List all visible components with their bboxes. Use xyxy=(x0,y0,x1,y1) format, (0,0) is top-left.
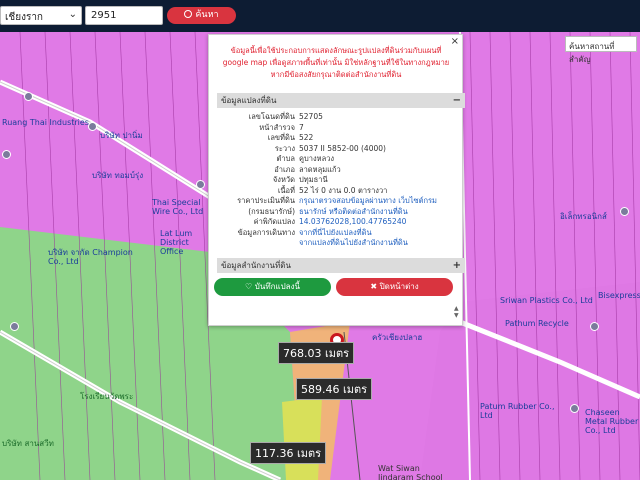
detail-value: 522 xyxy=(299,133,314,142)
parcel-info-popup: × ข้อมูลนี้เพื่อใช้ประกอบการแสดงลักษณะรู… xyxy=(208,34,465,326)
heart-icon: ♡ xyxy=(245,282,255,291)
price-link[interactable]: ธนารักษ์ หรือติดต่อสำนักงานที่ดิน xyxy=(299,207,408,218)
detail-row: ตำบล คูบางหลวง xyxy=(217,154,457,165)
detail-row: เลขโฉนดที่ดิน 52705 xyxy=(217,112,457,123)
detail-key: หน้าสำรวจ xyxy=(259,122,295,132)
disclaimer-note: ข้อมูลนี้เพื่อใช้ประกอบการแสดงลักษณะรูปแ… xyxy=(222,46,450,79)
detail-row: เนื้อที่ 52 ไร่ 0 งาน 0.0 ตารางวา xyxy=(217,186,457,197)
place-pin-icon[interactable] xyxy=(88,122,97,131)
detail-key: อำเภอ xyxy=(274,164,295,174)
expand-icon[interactable]: + xyxy=(453,258,461,273)
detail-key: (กรมธนารักษ์) xyxy=(248,206,295,216)
map-label-3: Thai Special Wire Co., Ltd xyxy=(152,198,204,216)
popup-actions: ♡ บันทึกแปลงนี้ ✖ ปิดหน้าต่าง xyxy=(214,278,460,296)
detail-row: ค่าพิกัดแปลง 14.03762028,100.47765240 xyxy=(217,217,457,228)
place-pin-icon[interactable] xyxy=(570,404,579,413)
search-place-input[interactable]: ค้นหาสถานที่สำคัญ xyxy=(565,36,637,64)
map-label-11: Patum Rubber Co., Ltd xyxy=(480,402,555,420)
place-pin-icon[interactable] xyxy=(590,322,599,331)
map-label-6: โรงเรียนวัดพระ xyxy=(80,392,134,401)
detail-key: เลขที่ดิน xyxy=(267,133,295,142)
place-pin-icon[interactable] xyxy=(10,322,19,331)
parcel-details: เลขโฉนดที่ดิน 52705 หน้าสำรวจ 7 เลขที่ดิน 5… xyxy=(217,112,457,249)
section-office-header[interactable]: ข้อมูลสำนักงานที่ดิน + xyxy=(217,258,465,273)
distance-label-0: 768.03 เมตร xyxy=(278,342,355,364)
detail-row: อำเภอ ลาดหลุมแก้ว xyxy=(217,165,457,176)
number-input[interactable]: 2951 xyxy=(85,6,163,25)
save-parcel-button[interactable]: ♡ บันทึกแปลงนี้ xyxy=(214,278,331,296)
detail-row: ราคาประเมินที่ดิน กรุณาตรวจสอบข้อมูลผ่านท… xyxy=(217,196,457,207)
save-parcel-label: บันทึกแปลงนี้ xyxy=(254,282,300,291)
detail-value: 52705 xyxy=(299,112,323,121)
detail-key: เนื้อที่ xyxy=(277,185,295,195)
detail-row: จากแปลงที่ดินไปยังสำนักงานที่ดิน xyxy=(217,238,457,249)
detail-value: 7 xyxy=(299,122,304,132)
detail-value: คูบางหลวง xyxy=(299,154,335,163)
detail-row: เลขที่ดิน 522 xyxy=(217,133,457,144)
place-pin-icon[interactable] xyxy=(2,150,11,159)
price-link[interactable]: กรุณาตรวจสอบข้อมูลผ่านทาง เว็บไซต์กรม xyxy=(299,196,437,207)
top-bar: เชียงราก ⌄ 2951 ค้นหา xyxy=(0,0,640,32)
map-label-8: Wat Siwan Jindaram School xyxy=(378,464,443,480)
section-office-title: ข้อมูลสำนักงานที่ดิน xyxy=(221,261,291,270)
collapse-icon[interactable]: − xyxy=(453,93,461,108)
map-label-9: Sriwan Plastics Co., Ltd xyxy=(500,296,593,305)
detail-row: (กรมธนารักษ์) ธนารักษ์ หรือติดต่อสำนักงาน… xyxy=(217,207,457,218)
detail-key: ตำบล xyxy=(276,154,295,163)
map-label-13: ครัวเชียงปลาฮ xyxy=(372,333,423,342)
directions-office-link[interactable]: จากแปลงที่ดินไปยังสำนักงานที่ดิน xyxy=(299,238,408,249)
map-label-0: Ruang Thai Industries xyxy=(2,118,89,127)
map-label-14: Bisexpress xyxy=(598,291,640,300)
popup-scrollbar[interactable]: ▲ ▼ xyxy=(454,305,462,325)
detail-key: ค่าพิกัดแปลง xyxy=(253,217,295,226)
detail-key: จังหวัด xyxy=(272,175,295,184)
place-pin-icon[interactable] xyxy=(196,180,205,189)
section-parcel-title: ข้อมูลแปลงที่ดิน xyxy=(221,96,277,105)
province-select[interactable]: เชียงราก ⌄ xyxy=(0,6,82,25)
detail-key: ระวาง xyxy=(274,143,295,153)
detail-row: ข้อมูลการเดินทาง จากที่นี่ไปยังแปลงที่ดิน xyxy=(217,228,457,239)
map-label-12: Chaseen Metal Rubber Co., Ltd xyxy=(585,408,639,435)
detail-row: จังหวัด ปทุมธานี xyxy=(217,175,457,186)
distance-label-1: 589.46 เมตร xyxy=(296,378,373,400)
detail-row: หน้าสำรวจ 7 xyxy=(217,123,457,134)
directions-link[interactable]: จากที่นี่ไปยังแปลงที่ดิน xyxy=(299,228,372,239)
close-icon: ✖ xyxy=(370,282,380,291)
province-select-value: เชียงราก xyxy=(5,12,43,23)
close-window-label: ปิดหน้าต่าง xyxy=(379,282,419,291)
detail-key: เลขโฉนดที่ดิน xyxy=(248,112,295,121)
map-label-15: อิเล็กทรอนิกส์ xyxy=(560,212,607,221)
map-label-2: บริษัท ทอมบ์รุ่ง xyxy=(92,171,144,180)
search-icon xyxy=(184,10,193,18)
map-label-1: บริษัท ปานิ่ม xyxy=(100,131,143,140)
detail-key: ข้อมูลการเดินทาง xyxy=(237,227,295,237)
map-label-4: Lat Lum District Office xyxy=(160,229,193,256)
chevron-down-icon: ⌄ xyxy=(68,9,77,20)
detail-row: ระวาง 5037 II 5852-00 (4000) xyxy=(217,144,457,155)
detail-value: ปทุมธานี xyxy=(299,175,328,184)
search-button-label: ค้นหา xyxy=(195,10,219,20)
detail-value: ลาดหลุมแก้ว xyxy=(299,164,341,174)
place-pin-icon[interactable] xyxy=(24,92,33,101)
place-pin-icon[interactable] xyxy=(620,207,629,216)
close-window-button[interactable]: ✖ ปิดหน้าต่าง xyxy=(336,278,453,296)
detail-value: 52 ไร่ 0 งาน 0.0 ตารางวา xyxy=(299,185,388,195)
distance-label-2: 117.36 เมตร xyxy=(250,442,327,464)
search-button[interactable]: ค้นหา xyxy=(167,7,236,24)
detail-value: 5037 II 5852-00 (4000) xyxy=(299,143,386,153)
detail-key: ราคาประเมินที่ดิน xyxy=(237,196,295,205)
map-label-10: Pathum Recycle xyxy=(505,319,569,328)
section-parcel-header[interactable]: ข้อมูลแปลงที่ดิน − xyxy=(217,93,465,108)
coordinate-link[interactable]: 14.03762028,100.47765240 xyxy=(299,217,406,228)
map-label-5: บริษัท จากัด Champion Co., Ltd xyxy=(48,248,133,266)
map-label-7: บริษัท สานสวีท xyxy=(2,439,54,448)
